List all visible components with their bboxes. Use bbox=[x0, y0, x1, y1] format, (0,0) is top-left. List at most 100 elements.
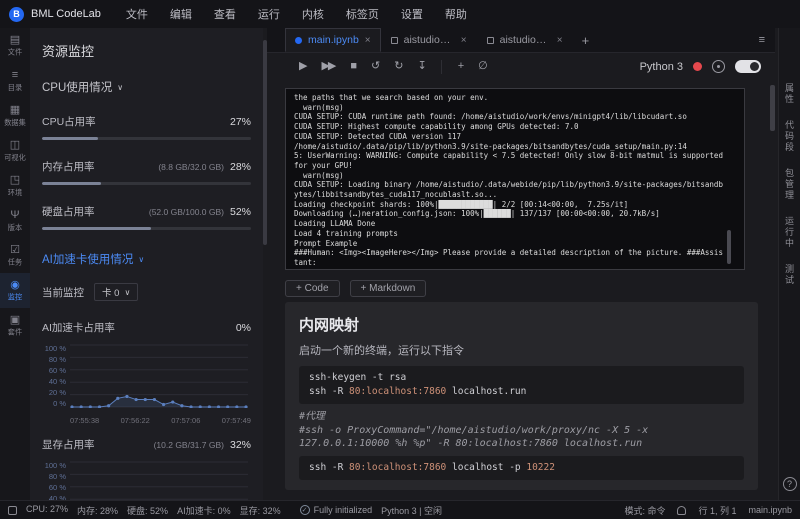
kernel-selector[interactable]: Python 3 bbox=[640, 61, 683, 73]
menu-run[interactable]: 运行 bbox=[247, 0, 291, 28]
tasks-icon: ☑ bbox=[10, 244, 20, 256]
terminal-icon bbox=[486, 36, 494, 44]
interrupt-button[interactable]: ■ bbox=[350, 61, 357, 72]
code-cell-output[interactable]: the paths that we search based on your e… bbox=[285, 88, 745, 270]
metric-value: 0% bbox=[235, 322, 251, 334]
rail-item-outline[interactable]: ≡ 目录 bbox=[0, 63, 30, 98]
add-code-button[interactable]: + Code bbox=[285, 280, 340, 297]
notebook-area: the paths that we search based on your e… bbox=[267, 80, 775, 500]
cursor-position[interactable]: 行 1, 列 1 bbox=[698, 504, 736, 517]
restart-run-all-button[interactable]: ↻ bbox=[394, 61, 403, 72]
terminal-icon bbox=[390, 36, 398, 44]
export-button[interactable]: ↧ bbox=[417, 61, 426, 72]
chart-x-axis: 07:55:38 07:56:22 07:57:06 07:57:49 bbox=[70, 416, 251, 425]
tab-terminal-1[interactable]: aistudio@j... × bbox=[381, 28, 477, 52]
rail-item-suite[interactable]: ▣ 套件 bbox=[0, 308, 30, 343]
menu-help[interactable]: 帮助 bbox=[434, 0, 478, 28]
notebook-toolbar: ▶ ▶▶ ■ ↺ ↻ ↧ + ∅ Python 3 bbox=[267, 53, 775, 80]
current-monitor-row: 当前监控 卡 0 ∨ bbox=[42, 283, 251, 301]
markdown-heading: 内网映射 bbox=[299, 317, 360, 334]
chevron-down-icon: ∨ bbox=[124, 287, 131, 297]
suite-icon: ▣ bbox=[9, 314, 21, 326]
tab-terminal-2[interactable]: aistudio@j... × bbox=[477, 28, 573, 52]
add-markdown-button[interactable]: + Markdown bbox=[349, 280, 427, 297]
metric-label: 硬盘占用率 bbox=[42, 206, 95, 218]
restart-button[interactable]: ↺ bbox=[371, 61, 380, 72]
metric-detail: (10.2 GB/31.7 GB) bbox=[153, 440, 224, 450]
metric-value: 27% bbox=[229, 116, 251, 128]
cpu-usage-bar bbox=[42, 137, 251, 140]
rail-item-running[interactable]: 运行中 bbox=[783, 216, 796, 249]
run-all-button[interactable]: ▶▶ bbox=[321, 61, 336, 72]
ai-card-usage-chart: 100 % 80 % 60 % 40 % 20 % 0 % 07:55:38 0… bbox=[42, 344, 251, 425]
add-cell-button[interactable]: + bbox=[458, 61, 465, 72]
assistant-icon[interactable] bbox=[712, 60, 725, 73]
close-icon[interactable]: × bbox=[557, 35, 563, 46]
environment-icon: ◳ bbox=[9, 174, 21, 186]
markdown-cell[interactable]: 内网映射 启动一个新的终端，运行以下指令 ssh-keygen -t rsa ss… bbox=[285, 302, 758, 490]
metric-value: 52% bbox=[229, 206, 251, 218]
ai-card-section-header[interactable]: AI加速卡使用情况 ∨ bbox=[42, 251, 251, 267]
vram-usage-chart: 100 % 80 % 60 % 40 % 20 % 0 % bbox=[42, 461, 251, 500]
rail-item-visualization[interactable]: ◫ 可视化 bbox=[0, 133, 30, 168]
current-file: main.ipynb bbox=[748, 505, 792, 515]
rail-item-snippets[interactable]: 代码段 bbox=[783, 120, 796, 153]
output-scrollbar[interactable] bbox=[727, 230, 731, 264]
kernel-status[interactable]: Python 3 | 空闲 bbox=[381, 504, 442, 517]
clear-output-button[interactable]: ∅ bbox=[478, 61, 487, 72]
rail-item-version[interactable]: Ψ 版本 bbox=[0, 203, 30, 238]
rail-item-packages[interactable]: 包管理 bbox=[783, 168, 796, 201]
outline-icon: ≡ bbox=[11, 69, 19, 81]
disk-usage-bar bbox=[42, 227, 251, 230]
rail-item-tasks[interactable]: ☑ 任务 bbox=[0, 238, 30, 273]
rail-item-monitor[interactable]: ◉ 监控 bbox=[0, 273, 30, 308]
memory-usage-bar bbox=[42, 182, 251, 185]
statusbar: CPU: 27% 内存: 28% 硬盘: 52% AI加速卡: 0% 显存: 3… bbox=[0, 500, 800, 519]
menu-file[interactable]: 文件 bbox=[115, 0, 159, 28]
toolbar-divider bbox=[440, 59, 442, 74]
new-tab-button[interactable]: + bbox=[573, 33, 599, 48]
menu-settings[interactable]: 设置 bbox=[390, 0, 434, 28]
close-icon[interactable]: × bbox=[365, 35, 371, 46]
resource-summary: CPU: 27% 内存: 28% 硬盘: 52% AI加速卡: 0% 显存: 3… bbox=[26, 503, 281, 516]
help-button[interactable]: ? bbox=[782, 477, 797, 491]
tab-list-icon[interactable]: ≡ bbox=[759, 34, 765, 46]
rail-item-dataset[interactable]: ▦ 数据集 bbox=[0, 98, 30, 133]
rail-item-test[interactable]: 测试 bbox=[783, 264, 796, 286]
rail-item-environment[interactable]: ◳ 环境 bbox=[0, 168, 30, 203]
menubar: B BML CodeLab 文件 编辑 查看 运行 内核 标签页 设置 帮助 bbox=[0, 0, 800, 28]
activity-rail: ▤ 文件 ≡ 目录 ▦ 数据集 ◫ 可视化 ◳ 环境 Ψ 版本 ☑ 任务 ◉ 监… bbox=[0, 28, 30, 500]
cpu-section-header[interactable]: CPU使用情况 ∨ bbox=[42, 79, 251, 95]
tab-main-ipynb[interactable]: main.ipynb × bbox=[285, 28, 381, 52]
panel-title: 资源监控 bbox=[42, 44, 95, 59]
mode-toggle[interactable] bbox=[735, 60, 761, 73]
memory-usage-metric: 内存占用率 (8.8 GB/32.0 GB) 28% bbox=[42, 159, 251, 185]
rail-item-files[interactable]: ▤ 文件 bbox=[0, 28, 30, 63]
tabbar: main.ipynb × aistudio@j... × aistudio@j.… bbox=[267, 28, 775, 53]
panel-toggle-icon[interactable] bbox=[8, 505, 17, 515]
cpu-usage-metric: CPU占用率 27% bbox=[42, 114, 251, 140]
markdown-paragraph: 启动一个新的终端，运行以下指令 bbox=[299, 345, 464, 357]
rail-item-properties[interactable]: 属性 bbox=[783, 83, 796, 105]
menu-view[interactable]: 查看 bbox=[203, 0, 247, 28]
chart-y-axis: 100 % 80 % 60 % 40 % 20 % 0 % bbox=[44, 344, 66, 408]
app-title: BML CodeLab bbox=[31, 8, 101, 20]
code-block-ssh-proxy: ssh -R 80:localhost:7860 localhost -p 10… bbox=[299, 456, 744, 480]
close-icon[interactable]: × bbox=[461, 35, 467, 46]
ai-card-usage-metric: AI加速卡占用率 0% bbox=[42, 320, 251, 335]
check-icon: ✓ bbox=[299, 505, 310, 515]
monitor-label: 当前监控 bbox=[42, 286, 84, 299]
notebook-scrollbar[interactable] bbox=[770, 85, 775, 131]
editor-mode[interactable]: 模式: 命令 bbox=[624, 504, 665, 517]
metric-value: 28% bbox=[229, 161, 251, 173]
notifications-icon[interactable] bbox=[677, 505, 687, 515]
run-button[interactable]: ▶ bbox=[299, 61, 308, 72]
dataset-icon: ▦ bbox=[9, 104, 21, 116]
menu-edit[interactable]: 编辑 bbox=[159, 0, 203, 28]
metric-label: 显存占用率 bbox=[42, 439, 95, 451]
chevron-down-icon: ∨ bbox=[117, 82, 124, 92]
card-select-dropdown[interactable]: 卡 0 ∨ bbox=[94, 283, 139, 301]
menu-tabs[interactable]: 标签页 bbox=[335, 0, 390, 28]
chart-plot bbox=[70, 344, 248, 413]
menu-kernel[interactable]: 内核 bbox=[291, 0, 335, 28]
